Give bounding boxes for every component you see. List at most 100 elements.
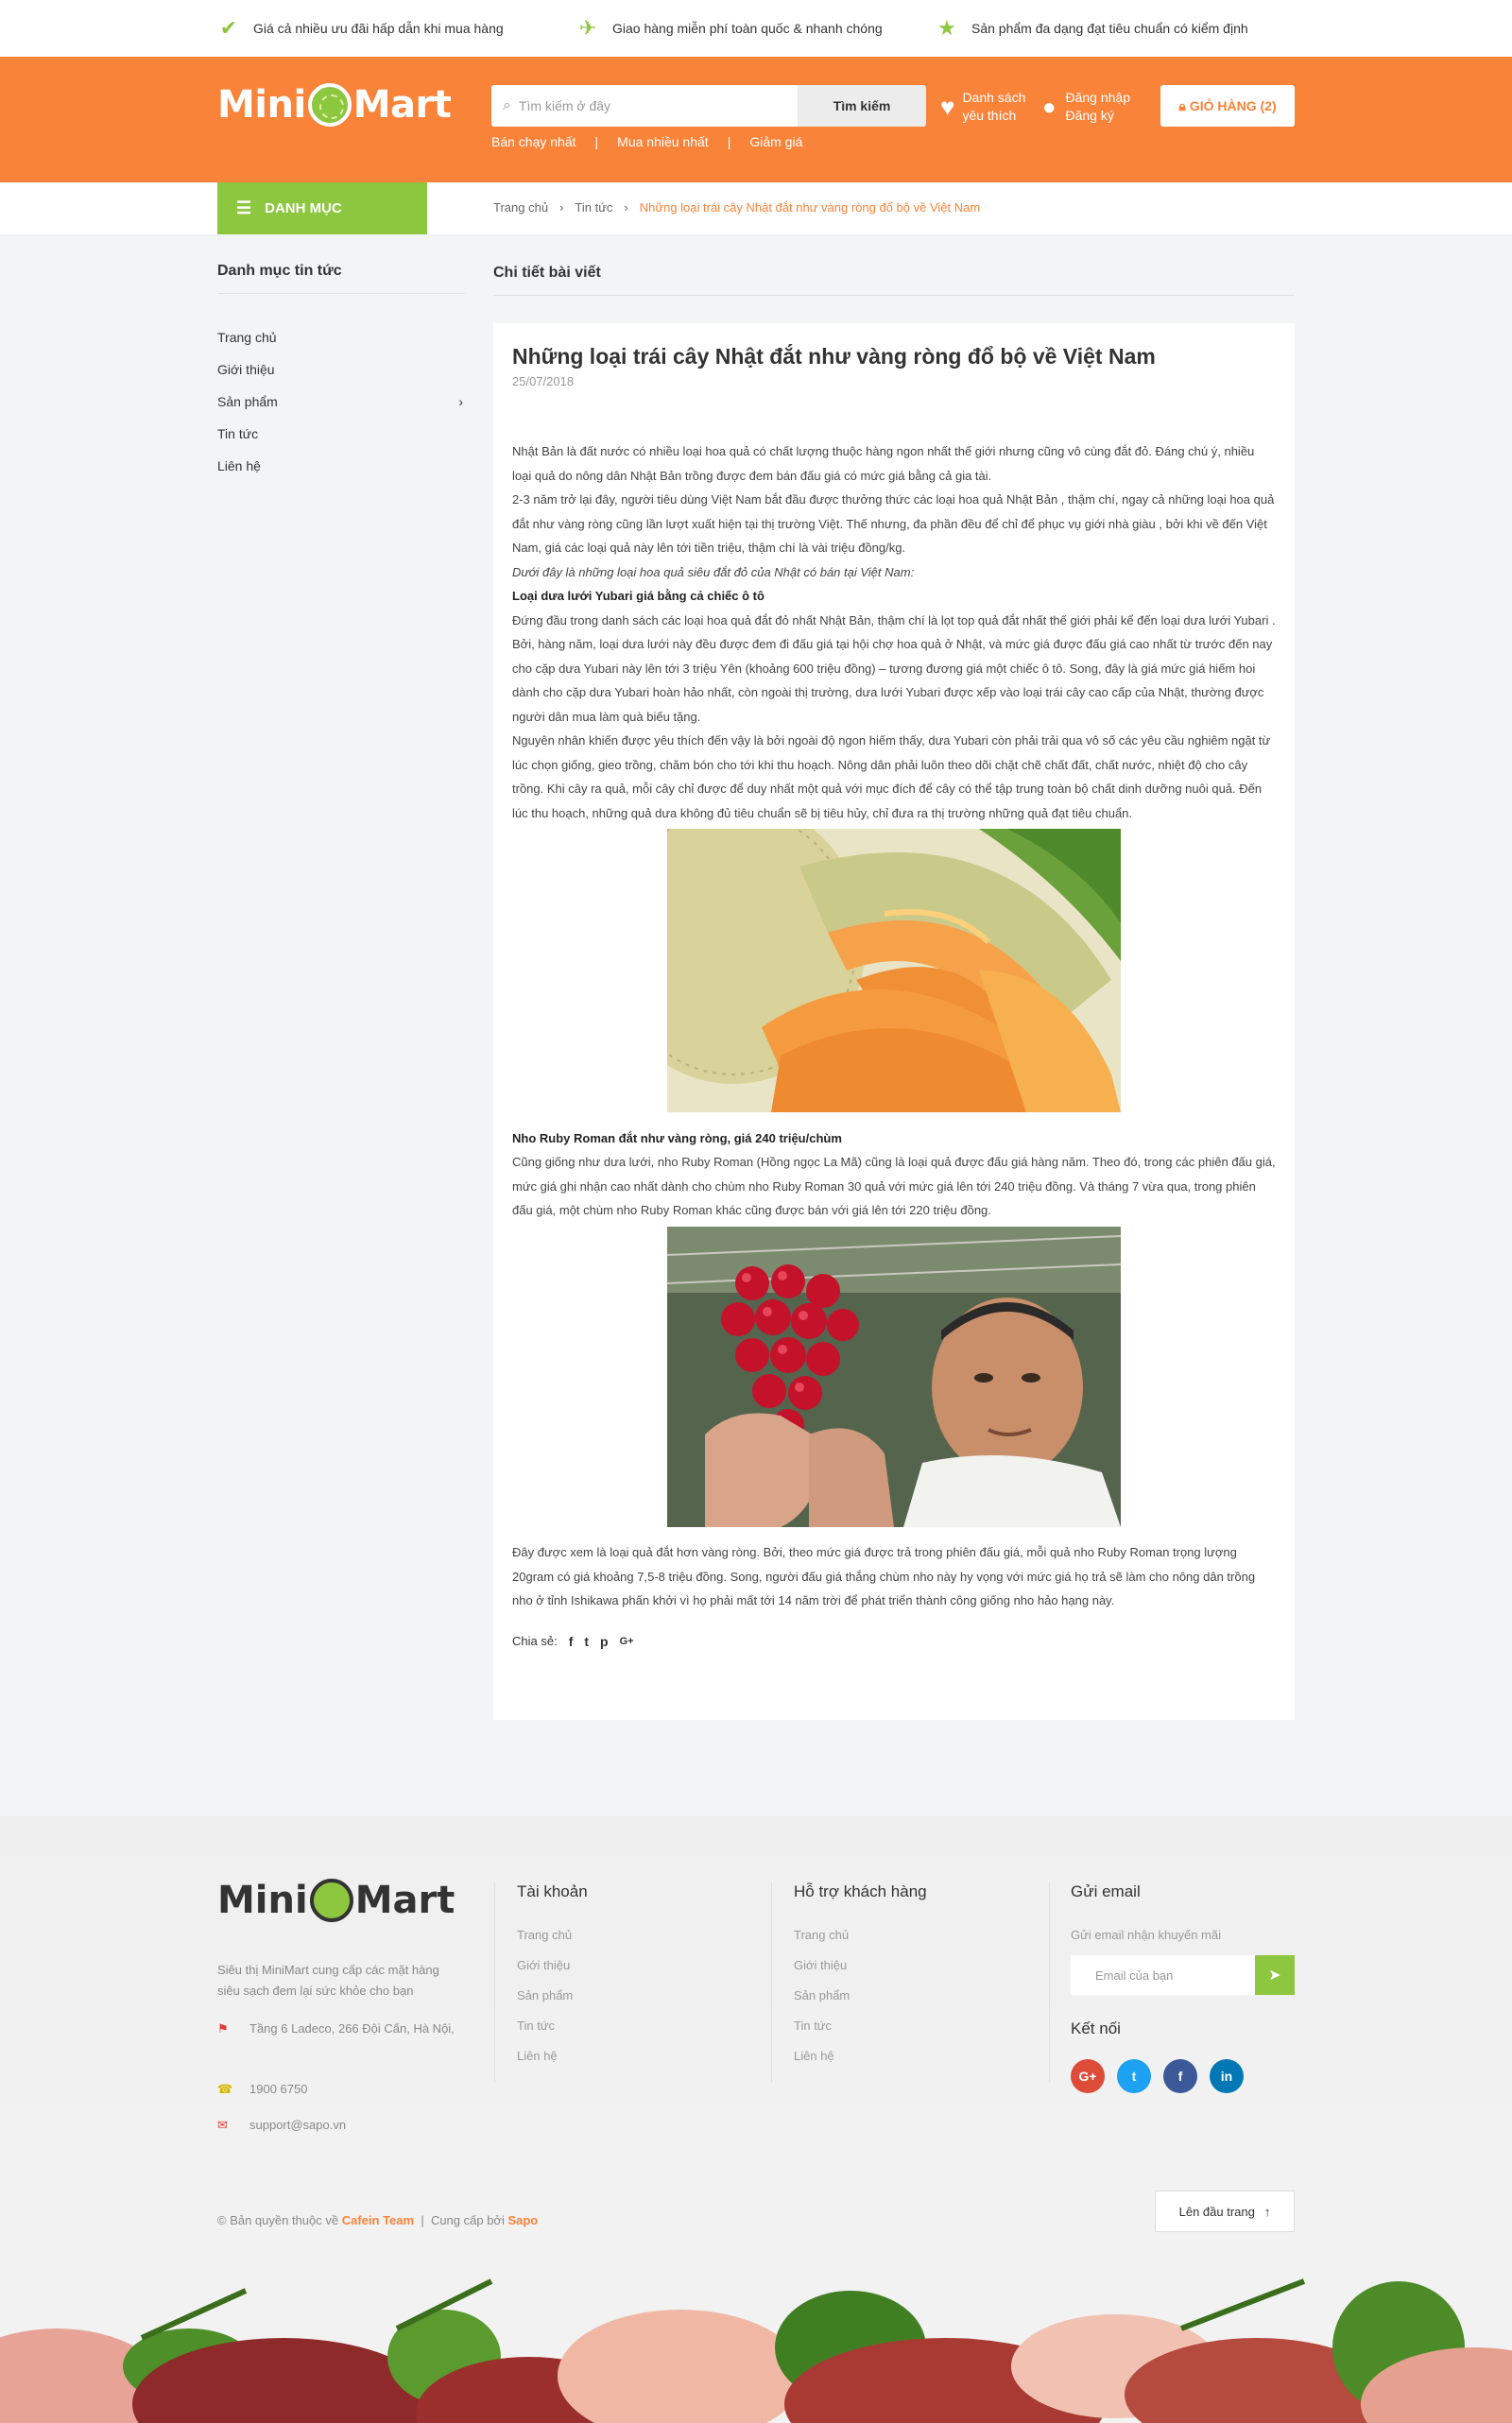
footer-link[interactable]: Liên hệ [794, 2049, 1026, 2079]
share-bar: Chia sẻ: f t p G+ [512, 1634, 1276, 1649]
chevron-right-icon: › [624, 200, 628, 215]
twitter-icon[interactable]: t [584, 1634, 589, 1649]
meat-banner-image [0, 2253, 1512, 2423]
paragraph: Cũng giống như dưa lưới, nho Ruby Roman … [512, 1155, 1276, 1217]
heart-icon: ♥ [940, 92, 955, 121]
footer-link[interactable]: Trang chủ [794, 1928, 1026, 1958]
sidebar-item-products[interactable]: Sản phẩm › [217, 386, 465, 418]
newsletter-title: Gửi email [1071, 1882, 1141, 1900]
sidebar-item-home[interactable]: Trang chủ [217, 321, 465, 353]
melon-image [667, 829, 1121, 1112]
hamburger-icon: ☰ [236, 198, 252, 217]
separator: | [417, 2213, 428, 2227]
sidebar-title: Danh mục tin tức [217, 263, 465, 294]
register-link[interactable]: Đăng ký [1066, 108, 1114, 123]
logo-text-left: Mini [217, 1879, 308, 1922]
footer-link[interactable]: Giới thiệu [517, 1958, 749, 1988]
footer-link[interactable]: Sản phẩm [517, 1988, 749, 2019]
wishlist-link[interactable]: ♥ Danh sách yêu thích [940, 89, 1025, 125]
facebook-icon[interactable]: f [569, 1634, 574, 1649]
linkedin-icon[interactable]: in [1210, 2059, 1244, 2093]
copyright-team-link[interactable]: Cafein Team [342, 2213, 414, 2227]
site-footer: Mini Mart Siêu thị MiniMart cung cấp các… [0, 1816, 1512, 2423]
article-card: Những loại trái cây Nhật đắt như vàng rò… [493, 323, 1295, 1720]
connect-title: Kết nối [1071, 2019, 1121, 2037]
pinterest-icon[interactable]: p [600, 1634, 609, 1649]
perk-shipping: ✈ Giao hàng miễn phí toàn quốc & nhanh c… [576, 16, 936, 40]
copyright: © Bản quyền thuộc về Cafein Team | Cung … [217, 2213, 538, 2227]
back-to-top-button[interactable]: Lên đầu trang ↑ [1155, 2191, 1295, 2232]
footer-address: ⚑ Tầng 6 Ladeco, 266 Đội Cấn, Hà Nội, [217, 2019, 465, 2039]
google-plus-icon[interactable]: G+ [1071, 2059, 1105, 2093]
sidebar-item-contact[interactable]: Liên hệ [217, 450, 465, 482]
perk-text: Sản phẩm đa dạng đạt tiêu chuẩn có kiểm … [971, 21, 1248, 36]
sidebar-item-label: Tin tức [217, 426, 259, 441]
footer-email: ✉ support@sapo.vn [217, 2115, 465, 2136]
site-header: Mini Mart ⌕ Tìm kiếm Bán chạy nhất | Mua… [0, 57, 1512, 182]
provider-link[interactable]: Sapo [507, 2213, 538, 2227]
login-link[interactable]: Đăng nhập [1066, 90, 1131, 105]
back-to-top-label: Lên đầu trang [1178, 2204, 1255, 2219]
wishlist-line1: Danh sách [962, 90, 1026, 105]
lime-logo-icon [309, 1879, 353, 1922]
footer-col-title: Hỗ trợ khách hàng [794, 1882, 927, 1900]
content-area: Danh mục tin tức Trang chủ Giới thiệu Sả… [217, 234, 1295, 1746]
separator: | [594, 134, 599, 149]
google-plus-icon[interactable]: G+ [620, 1636, 634, 1647]
sidebar-item-news[interactable]: Tin tức [217, 418, 465, 450]
social-links: G+ t f in [1071, 2059, 1295, 2093]
breadcrumb: Trang chủ › Tin tức › Những loại trái câ… [493, 200, 980, 215]
subheading: Loại dưa lưới Yubari giá bằng cả chiếc ô… [512, 584, 1276, 609]
perk-price: ✔ Giá cả nhiều ưu đãi hấp dẫn khi mua hà… [217, 16, 576, 40]
sidebar-item-label: Trang chủ [217, 330, 277, 345]
search-button[interactable]: Tìm kiếm [798, 85, 926, 127]
star-icon: ★ [937, 16, 956, 40]
cart-icon: 🔒︎ [1178, 97, 1186, 113]
mail-icon: ✉ [217, 2118, 228, 2132]
breadcrumb-home[interactable]: Trang chủ [493, 200, 548, 215]
phone-text: 1900 6750 [249, 2082, 308, 2096]
twitter-icon[interactable]: t [1117, 2059, 1151, 2093]
category-menu-button[interactable]: ☰ DANH MỤC [217, 182, 427, 234]
breadcrumb-current: Những loại trái cây Nhật đắt như vàng rò… [639, 200, 981, 215]
newsletter-form: Email của bạn ➤ [1071, 1955, 1295, 1995]
image-wrapper [512, 829, 1276, 1121]
footer-logo[interactable]: Mini Mart [217, 1879, 455, 1922]
breadcrumb-news[interactable]: Tin tức [575, 200, 612, 215]
cart-button[interactable]: 🔒︎ GIỎ HÀNG (2) [1160, 85, 1295, 127]
footer-link[interactable]: Trang chủ [517, 1928, 749, 1958]
footer-link[interactable]: Giới thiệu [794, 1958, 1026, 1988]
chevron-right-icon[interactable]: › [458, 394, 465, 409]
divider [494, 1882, 495, 2083]
flag-icon: ⚑ [217, 2021, 229, 2036]
send-button[interactable]: ➤ [1255, 1955, 1295, 1995]
footer-link[interactable]: Tin tức [794, 2019, 1026, 2049]
footer-newsletter: Gửi email Gửi email nhận khuyến mãi Emai… [1071, 1882, 1295, 2093]
search-input[interactable] [518, 98, 798, 113]
footer-link[interactable]: Sản phẩm [794, 1988, 1026, 2019]
facebook-icon[interactable]: f [1163, 2059, 1197, 2093]
footer-link[interactable]: Liên hệ [517, 2049, 749, 2079]
quick-link-most-bought[interactable]: Mua nhiều nhất [617, 134, 709, 149]
account-links: ● Đăng nhập Đăng ký [1042, 89, 1130, 125]
sidebar-item-about[interactable]: Giới thiệu [217, 353, 465, 386]
footer-link[interactable]: Tin tức [517, 2019, 749, 2049]
paper-plane-icon: ➤ [1268, 1968, 1281, 1984]
footer-phone: ☎ 1900 6750 [217, 2079, 465, 2100]
paragraph: Đây được xem là loại quả đắt hơn vàng rò… [512, 1545, 1256, 1607]
category-nav-row: ☰ DANH MỤC Trang chủ › Tin tức › Những l… [0, 182, 1512, 234]
site-logo[interactable]: Mini Mart [217, 83, 452, 127]
quick-link-discount[interactable]: Giảm giá [749, 134, 802, 149]
search-bar: ⌕ Tìm kiếm [491, 85, 926, 127]
perk-quality: ★ Sản phẩm đa dạng đạt tiêu chuẩn có kiể… [936, 16, 1295, 40]
wishlist-label: Danh sách yêu thích [962, 89, 1025, 125]
italic-text: Dưới đây là những loại hoa quả siêu đắt … [512, 564, 915, 579]
address-text: Tầng 6 Ladeco, 266 Đội Cấn, Hà Nội, [249, 2021, 455, 2036]
newsletter-email-input[interactable]: Email của bạn [1071, 1955, 1255, 1995]
email-text[interactable]: support@sapo.vn [249, 2115, 346, 2136]
share-label: Chia sẻ: [512, 1634, 558, 1648]
footer-col-title: Tài khoản [517, 1882, 588, 1900]
search-field: ⌕ [491, 85, 798, 127]
quick-link-bestseller[interactable]: Bán chạy nhất [491, 134, 576, 149]
footer-description: Siêu thị MiniMart cung cấp các mặt hàng … [217, 1963, 439, 1998]
